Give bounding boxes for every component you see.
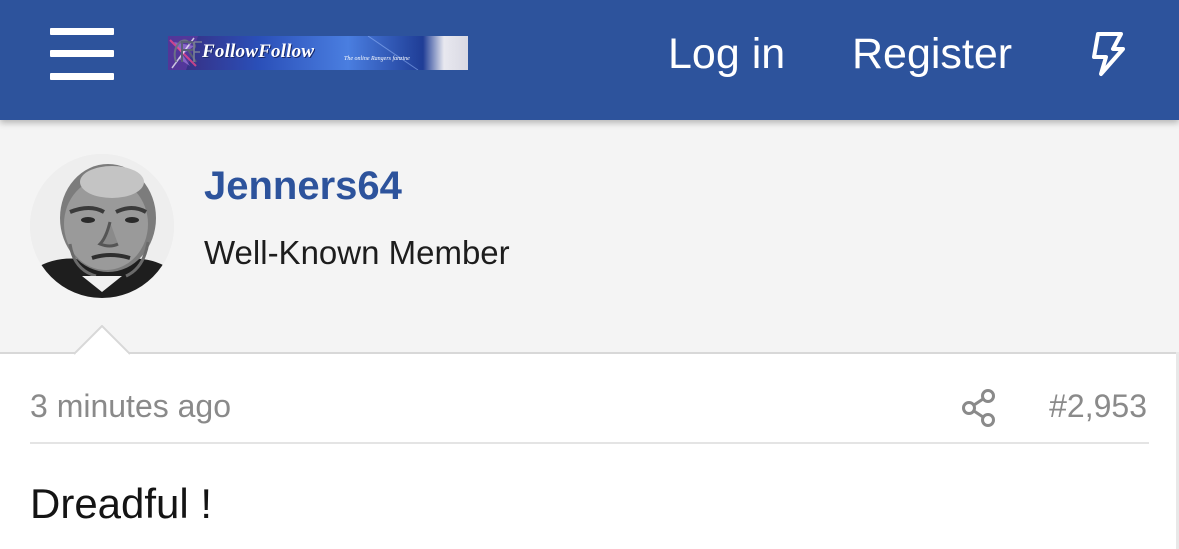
- register-link[interactable]: Register: [852, 28, 1012, 80]
- message-user-info: Jenners64 Well-Known Member: [0, 120, 1179, 354]
- top-nav-bar: FollowFollow The online Rangers fanzine …: [0, 0, 1179, 120]
- login-link[interactable]: Log in: [668, 28, 785, 80]
- logo-wordmark: FollowFollow: [202, 41, 315, 62]
- user-arrow-pointer: [74, 325, 130, 355]
- username-link[interactable]: Jenners64: [204, 164, 402, 209]
- logo-tagline: The online Rangers fanzine: [344, 56, 410, 62]
- site-logo[interactable]: FollowFollow The online Rangers fanzine: [168, 36, 468, 70]
- post-body: Dreadful !: [30, 480, 213, 527]
- avatar-portrait: [30, 154, 174, 298]
- share-icon[interactable]: [960, 388, 998, 428]
- club-crest-icon: [173, 39, 202, 63]
- post-number-link[interactable]: #2,953: [1049, 388, 1147, 425]
- post-timestamp[interactable]: 3 minutes ago: [30, 388, 231, 425]
- post-attribution: 3 minutes ago #2,953: [30, 372, 1149, 444]
- avatar[interactable]: [30, 154, 174, 298]
- lightning-bolt-icon[interactable]: [1088, 31, 1128, 77]
- user-title: Well-Known Member: [204, 234, 510, 271]
- hamburger-menu-icon[interactable]: [50, 28, 114, 80]
